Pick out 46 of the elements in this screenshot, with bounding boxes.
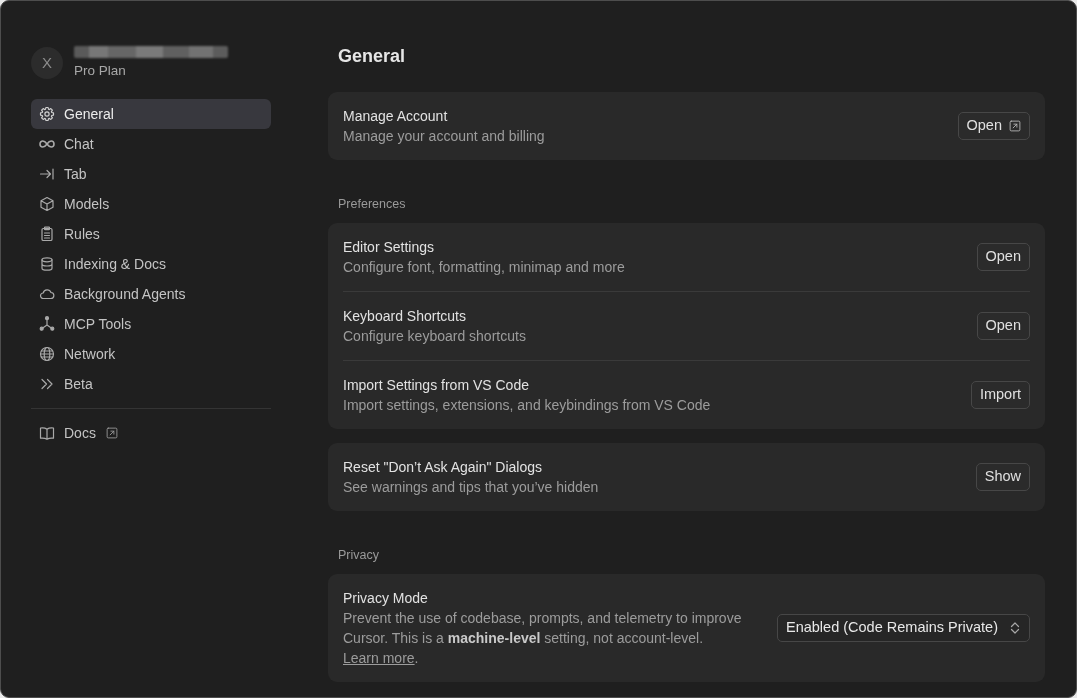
- sidebar-item[interactable]: Tab: [31, 159, 271, 189]
- setting-description: Import settings, extensions, and keybindings from VS Code: [343, 396, 712, 415]
- book-icon: [39, 425, 55, 441]
- setting-title: Reset "Don’t Ask Again" Dialogs: [343, 458, 544, 477]
- globe-icon: [39, 346, 55, 362]
- sidebar-item[interactable]: General: [31, 99, 271, 129]
- sidebar-item[interactable]: MCP Tools: [31, 309, 271, 339]
- setting-title: Manage Account: [343, 107, 449, 126]
- cube-icon: [39, 196, 55, 212]
- setting-title: Keyboard Shortcuts: [343, 307, 467, 326]
- arrow-to-bar-icon: [39, 166, 55, 182]
- node-graph-icon: [39, 316, 55, 332]
- sidebar-item[interactable]: Beta: [31, 369, 271, 399]
- setting-description: Manage your account and billing: [343, 127, 546, 146]
- clipboard-icon: [39, 226, 55, 242]
- sidebar-item[interactable]: Network: [31, 339, 271, 369]
- learn-more-link[interactable]: Learn more: [343, 650, 415, 666]
- sidebar-item[interactable]: Rules: [31, 219, 271, 249]
- plan-label: Pro Plan: [74, 62, 127, 80]
- page-title: General: [338, 45, 407, 68]
- sidebar-item[interactable]: Background Agents: [31, 279, 271, 309]
- setting-description: See warnings and tips that you’ve hidden: [343, 478, 600, 497]
- avatar: X: [31, 47, 63, 79]
- action-button[interactable]: Import: [970, 381, 1030, 409]
- setting-title: Privacy Mode: [343, 589, 429, 608]
- action-button[interactable]: Open: [957, 112, 1030, 140]
- sidebar-item[interactable]: Chat: [31, 129, 271, 159]
- privacy-mode-select[interactable]: Enabled (Code Remains Private): [777, 614, 1030, 642]
- action-button[interactable]: Open: [976, 243, 1030, 271]
- docs-link[interactable]: Docs: [31, 418, 271, 448]
- sidebar-item[interactable]: Models: [31, 189, 271, 219]
- setting-description: Configure font, formatting, minimap and more: [343, 258, 626, 277]
- setting-title: Import Settings from VS Code: [343, 376, 530, 395]
- setting-description: Prevent the use of codebase, prompts, and telemetry to improve Cursor. This is a machine-level setting, not account-level. Learn more.: [343, 609, 743, 668]
- database-icon: [39, 256, 55, 272]
- action-button[interactable]: Show: [975, 463, 1030, 491]
- up-down-chevron-icon: [1009, 621, 1021, 635]
- action-button[interactable]: Open: [976, 312, 1030, 340]
- double-chevron-icon: [39, 376, 55, 392]
- setting-title: Editor Settings: [343, 238, 436, 257]
- setting-description: Configure keyboard shortcuts: [343, 327, 527, 346]
- gear-icon: [39, 106, 55, 122]
- section-heading: Preferences: [338, 196, 407, 213]
- sidebar-item[interactable]: Indexing & Docs: [31, 249, 271, 279]
- section-heading: Privacy: [338, 547, 380, 564]
- cloud-icon: [39, 286, 55, 302]
